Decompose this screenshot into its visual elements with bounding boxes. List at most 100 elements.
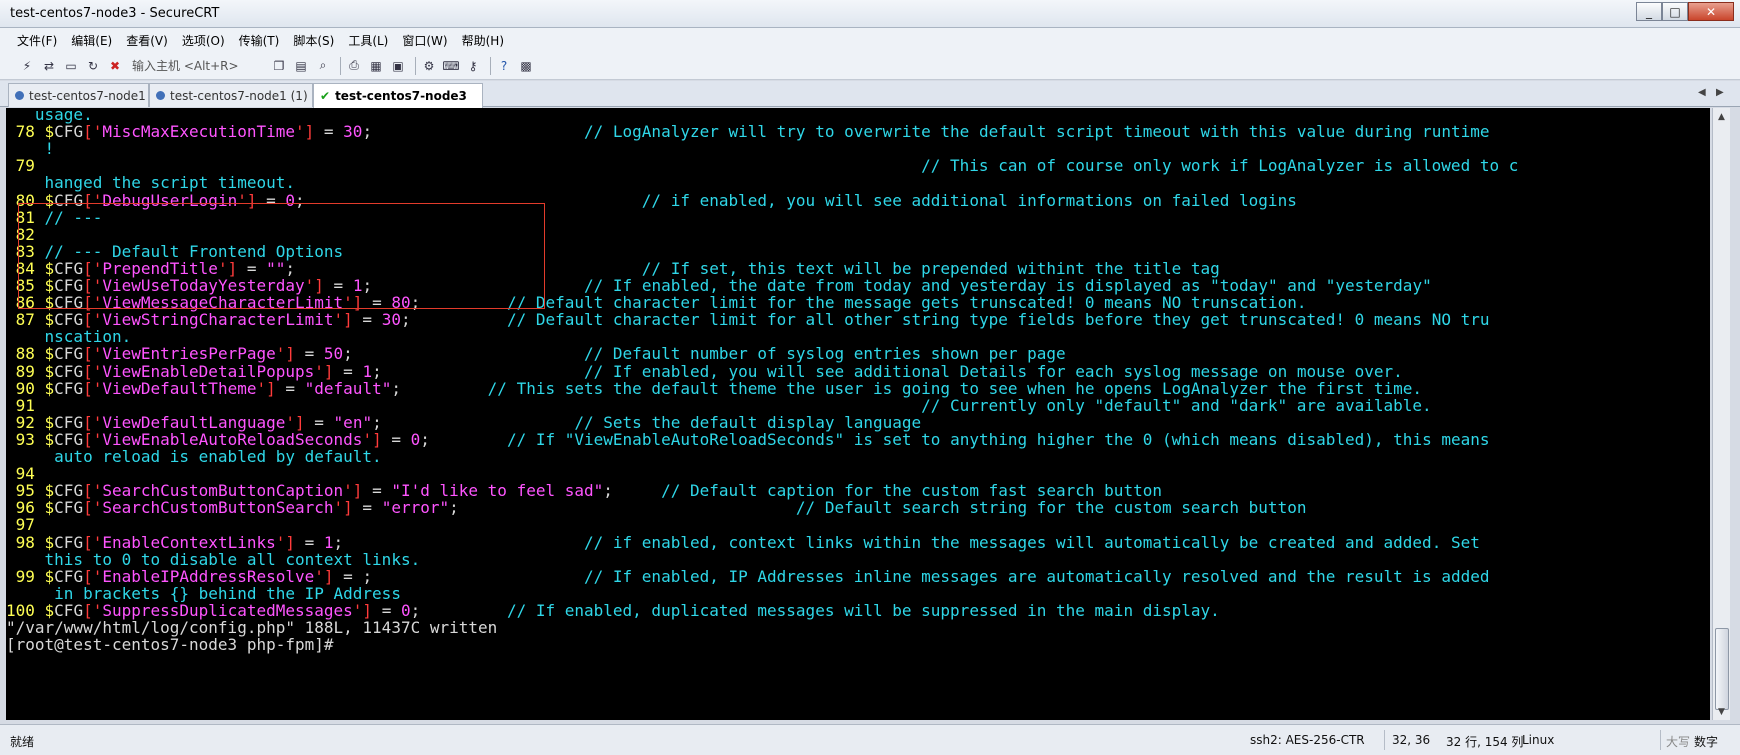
disconnect-icon[interactable]: ✖ — [106, 57, 124, 75]
maximize-button[interactable]: □ — [1662, 2, 1688, 21]
status-caps: 大写 — [1666, 735, 1691, 749]
find-icon[interactable]: ⌕ — [314, 57, 332, 75]
menu-edit[interactable]: 编辑(E) — [64, 32, 119, 49]
session-tab-bar: test-centos7-node1 test-centos7-node1 (1… — [0, 81, 1740, 108]
terminal-text: // Default character limit for all other… — [506, 310, 1490, 330]
status-bar: 就绪 ssh2: AES-256-CTR 32, 36 32 行, 154 列 … — [0, 724, 1740, 755]
scroll-up-icon[interactable]: ▲ — [1713, 108, 1730, 125]
print-icon[interactable]: ⎙ — [345, 57, 363, 75]
terminal-text: ; — [362, 122, 584, 142]
terminal-text: = — [352, 498, 382, 518]
copy-icon[interactable]: ❐ — [270, 57, 288, 75]
terminal-text: 0 — [410, 429, 421, 449]
terminal-text: '] — [333, 310, 353, 330]
terminal-output[interactable]: usage. 78 $CFG['MiscMaxExecutionTime'] =… — [6, 108, 1710, 720]
terminal-text: SearchCustomButtonSearch — [102, 498, 334, 518]
session-icon — [156, 91, 165, 100]
terminal-line: auto reload is enabled by default. — [6, 447, 382, 466]
terminal-text: // Currently only "default" and "dark" a… — [921, 395, 1432, 415]
tab-scroll-left-icon[interactable]: ◀ — [1698, 87, 1706, 98]
terminal-text: [root@test-centos7-node3 php-fpm]# — [6, 635, 334, 655]
terminal-text: 30 — [381, 310, 401, 330]
terminal-text: MiscMaxExecutionTime — [102, 122, 295, 142]
tab-label: test-centos7-node1 (1) — [170, 88, 308, 103]
terminal-text: 0 — [285, 190, 296, 210]
connect-icon[interactable]: ⚡ — [18, 57, 36, 75]
terminal-line: 87 $CFG['ViewStringCharacterLimit'] = 30… — [6, 310, 1490, 330]
menu-transfer[interactable]: 传输(T) — [232, 32, 287, 49]
terminal-text: '] — [333, 498, 353, 518]
terminal-text: DebugUserLogin — [102, 190, 238, 210]
terminal-text: [' — [83, 498, 103, 518]
menu-script[interactable]: 脚本(S) — [286, 32, 341, 49]
session-options-icon[interactable]: ⚙ — [420, 57, 438, 75]
terminal-line: 78 $CFG['MiscMaxExecutionTime'] = 30; //… — [6, 122, 1490, 142]
terminal-text: ; — [449, 498, 796, 518]
sftp-icon[interactable]: ⚷ — [464, 57, 482, 75]
title-bar: test-centos7-node3 - SecureCRT _ □ ✕ — [0, 0, 1740, 28]
terminal-text: = — [314, 122, 344, 142]
terminal-text: = — [381, 429, 411, 449]
terminal-text: // if enabled, you will see additional i… — [641, 190, 1297, 210]
toolbar-separator — [340, 56, 341, 75]
close-button[interactable]: ✕ — [1688, 2, 1734, 21]
terminal-text: '] — [237, 190, 257, 210]
terminal-text: [' — [83, 122, 103, 142]
terminal-text: 30 — [343, 122, 363, 142]
terminal-text: // --- — [44, 207, 103, 227]
toolbar-separator — [490, 56, 491, 75]
menu-window[interactable]: 窗口(W) — [395, 32, 454, 49]
terminal-text: // Default search string for the custom … — [795, 498, 1307, 518]
window-controls: _ □ ✕ — [1636, 2, 1734, 21]
terminal-text: "error" — [381, 498, 450, 518]
terminal-text: CFG — [54, 122, 84, 142]
terminal-text: auto reload is enabled by default. — [6, 447, 382, 466]
menu-bar: 文件(F) 编辑(E) 查看(V) 选项(O) 传输(T) 脚本(S) 工具(L… — [0, 28, 1740, 52]
scroll-thumb[interactable] — [1715, 628, 1729, 710]
menu-tools[interactable]: 工具(L) — [341, 32, 395, 49]
menu-view[interactable]: 查看(V) — [119, 32, 175, 49]
menu-options[interactable]: 选项(O) — [175, 32, 232, 49]
session-icon — [15, 91, 24, 100]
terminal-text: ; — [295, 190, 642, 210]
status-cipher: ssh2: AES-256-CTR — [1250, 733, 1365, 747]
tab-test-centos7-node1[interactable]: test-centos7-node1 — [8, 83, 149, 107]
status-rows-cols: 32 行, 154 列 — [1446, 735, 1524, 749]
status-ready: 就绪 — [10, 735, 35, 749]
connected-check-icon: ✔ — [320, 89, 331, 103]
log-session-icon[interactable]: ▣ — [389, 57, 407, 75]
terminal-text: CFG — [54, 498, 84, 518]
terminal-text: = — [256, 190, 286, 210]
status-cursor: 32, 36 — [1392, 733, 1431, 747]
tab-test-centos7-node1-1[interactable]: test-centos7-node1 (1) — [149, 83, 313, 107]
tab-scroll-right-icon[interactable]: ▶ — [1716, 87, 1724, 98]
print-setup-icon[interactable]: ▦ — [367, 57, 385, 75]
reconnect-icon[interactable]: ↻ — [84, 57, 102, 75]
paste-icon[interactable]: ▤ — [292, 57, 310, 75]
connect-tab-icon[interactable]: ▭ — [62, 57, 80, 75]
minimize-button[interactable]: _ — [1636, 2, 1662, 21]
help-icon[interactable]: ? — [495, 57, 513, 75]
map-icon[interactable]: ▩ — [517, 57, 535, 75]
terminal-text: $ — [44, 498, 55, 518]
status-separator — [1660, 730, 1661, 750]
menu-help[interactable]: 帮助(H) — [455, 32, 511, 49]
host-input[interactable]: 输入主机 <Alt+R> — [132, 57, 262, 74]
terminal-line: 96 $CFG['SearchCustomButtonSearch'] = "e… — [6, 498, 1307, 518]
status-num: 数字 — [1694, 735, 1719, 749]
tab-test-centos7-node3[interactable]: ✔ test-centos7-node3 ✕ — [313, 83, 483, 108]
vertical-scrollbar[interactable]: ▲ ▼ — [1712, 108, 1730, 720]
terminal-text: // LogAnalyzer will try to overwrite the… — [584, 122, 1490, 142]
quick-connect-icon[interactable]: ⇄ — [40, 57, 58, 75]
menu-file[interactable]: 文件(F) — [10, 32, 64, 49]
tab-close-icon[interactable]: ✕ — [481, 89, 482, 103]
scroll-down-icon[interactable]: ▼ — [1713, 703, 1730, 720]
terminal-text: '] — [295, 122, 315, 142]
terminal-text: ; — [420, 429, 507, 449]
tab-label: test-centos7-node3 — [335, 89, 467, 103]
terminal-text: = — [352, 310, 382, 330]
keymap-icon[interactable]: ⌨ — [442, 57, 460, 75]
terminal-text: ; — [400, 310, 507, 330]
window-title: test-centos7-node3 - SecureCRT — [10, 6, 220, 21]
